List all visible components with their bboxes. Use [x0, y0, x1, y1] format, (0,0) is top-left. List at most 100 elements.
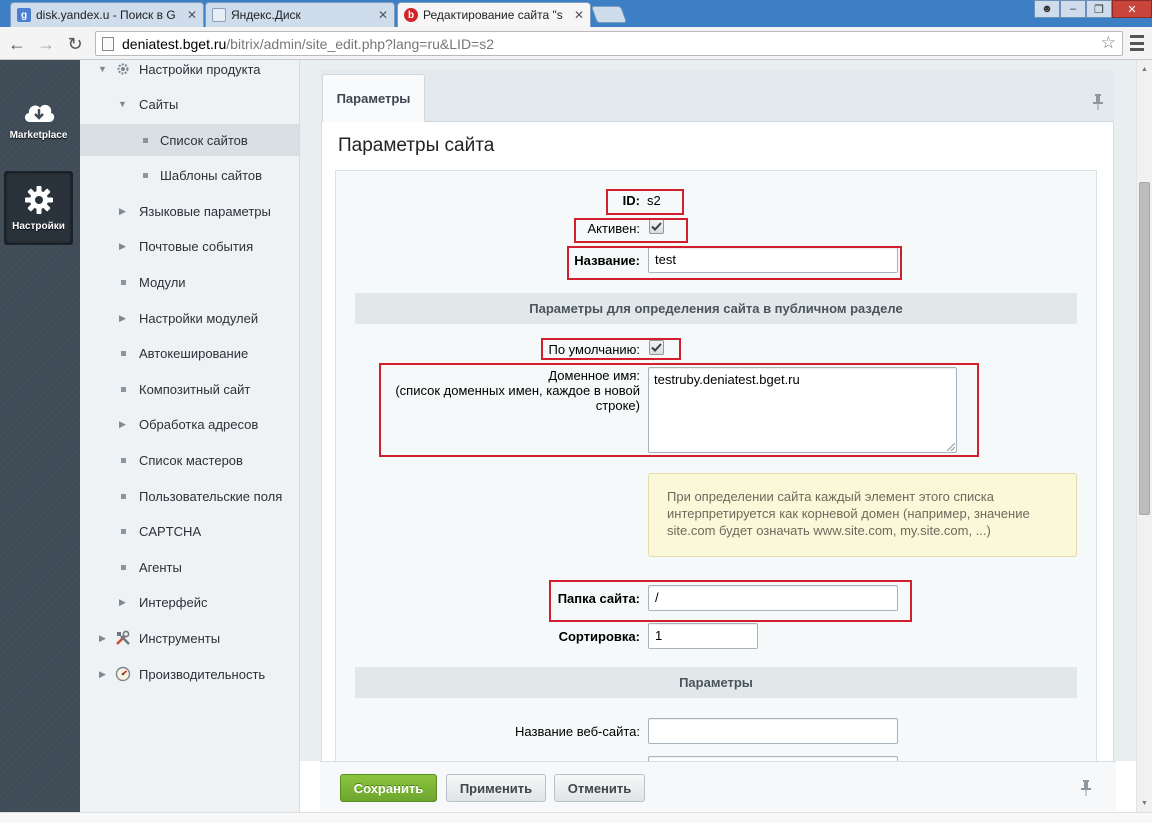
admin-menu-tree: ▼ Настройки продукта ▼ Сайты Список сайт…	[80, 60, 300, 823]
url-path: /bitrix/admin/site_edit.php?lang=ru&LID=…	[226, 35, 495, 52]
marketplace-label: Marketplace	[9, 129, 68, 141]
reload-icon[interactable]: ↻	[64, 33, 86, 55]
maximize-button[interactable]: ❐	[1086, 0, 1112, 18]
menu-item-url-processing[interactable]: ▶ Обработка адресов	[80, 408, 299, 440]
default-label: По умолчанию:	[548, 342, 640, 357]
user-icon[interactable]: ☻	[1034, 0, 1060, 18]
pin-icon[interactable]	[1080, 780, 1092, 796]
website-name-label: Название веб-сайта:	[515, 724, 640, 739]
main-content: Параметры Параметры сайта ID: s2 Активен…	[300, 60, 1136, 761]
menu-item-composite[interactable]: Композитный сайт	[80, 373, 299, 405]
bookmark-star-icon[interactable]: ☆	[1101, 33, 1116, 53]
menu-item-autocache[interactable]: Автокеширование	[80, 337, 299, 369]
sort-input[interactable]: 1	[648, 623, 758, 649]
menu-item-interface[interactable]: ▶ Интерфейс	[80, 586, 299, 618]
active-checkbox[interactable]	[649, 219, 664, 234]
tab-parameters[interactable]: Параметры	[322, 74, 425, 122]
chevron-right-icon: ▶	[119, 418, 126, 429]
menu-item-product-settings[interactable]: ▼ Настройки продукта	[80, 53, 299, 85]
page-icon	[212, 8, 226, 22]
bitrix-icon: b	[404, 8, 418, 22]
domain-hint-note: При определении сайта каждый элемент это…	[648, 473, 1077, 557]
close-icon[interactable]: ✕	[187, 8, 197, 22]
bullet-icon	[121, 564, 126, 570]
chevron-right-icon: ▶	[119, 312, 126, 323]
menu-item-user-fields[interactable]: Пользовательские поля	[80, 480, 299, 512]
close-icon[interactable]: ✕	[574, 8, 584, 22]
browser-menu-icon[interactable]	[1130, 35, 1144, 51]
cancel-button[interactable]: Отменить	[554, 774, 645, 802]
site-params-panel: Параметры сайта ID: s2 Активен: Название…	[321, 122, 1114, 761]
menu-item-language-params[interactable]: ▶ Языковые параметры	[80, 195, 299, 227]
sort-label: Сортировка:	[558, 629, 640, 644]
browser-tab-google[interactable]: g disk.yandex.u - Поиск в G ✕	[10, 2, 204, 27]
marketplace-button[interactable]: Marketplace	[4, 82, 73, 156]
admin-left-panel: Marketplace Настройки	[0, 60, 80, 823]
domain-textarea[interactable]: testruby.deniatest.bget.ru	[648, 367, 957, 453]
save-button[interactable]: Сохранить	[340, 774, 437, 802]
new-tab-button[interactable]	[590, 6, 628, 23]
form-action-bar: Сохранить Применить Отменить	[320, 761, 1116, 811]
menu-item-site-templates[interactable]: Шаблоны сайтов	[80, 159, 299, 191]
menu-item-site-list[interactable]: Список сайтов	[80, 124, 299, 156]
cloud-download-icon	[24, 104, 54, 122]
browser-tab-bar: g disk.yandex.u - Поиск в G ✕ Яндекс.Дис…	[0, 0, 1152, 27]
chevron-right-icon: ▶	[99, 632, 106, 643]
menu-item-captcha[interactable]: CAPTCHA	[80, 515, 299, 547]
page-scrollbar[interactable]: ▲ ▼	[1136, 60, 1152, 812]
id-label: ID:	[622, 193, 640, 208]
bullet-icon	[121, 350, 126, 356]
bullet-icon	[121, 493, 126, 499]
menu-item-agents[interactable]: Агенты	[80, 551, 299, 583]
browser-tab-site-edit[interactable]: b Редактирование сайта "s ✕	[397, 2, 591, 27]
resize-grip-icon[interactable]	[947, 443, 955, 451]
pin-icon[interactable]	[1092, 94, 1104, 110]
chevron-down-icon: ▼	[98, 64, 107, 74]
back-arrow-icon[interactable]: ←	[6, 33, 28, 55]
folder-label: Папка сайта:	[557, 591, 640, 606]
chevron-right-icon: ▶	[119, 240, 126, 251]
bullet-icon	[121, 279, 126, 285]
horizontal-scroll-area	[0, 812, 1152, 823]
chevron-right-icon: ▶	[119, 596, 126, 607]
speedometer-icon	[115, 666, 131, 682]
bullet-icon	[143, 137, 148, 143]
scroll-down-icon[interactable]: ▼	[1137, 796, 1152, 811]
menu-item-tools[interactable]: ▶ Инструменты	[80, 622, 299, 654]
browser-tab-yandex-disk[interactable]: Яндекс.Диск ✕	[205, 2, 395, 27]
menu-item-mail-events[interactable]: ▶ Почтовые события	[80, 230, 299, 262]
url-host: deniatest.bget.ru	[122, 35, 227, 52]
page-title: Параметры сайта	[338, 135, 495, 156]
chevron-right-icon: ▶	[119, 205, 126, 216]
default-checkbox[interactable]	[649, 340, 664, 355]
menu-item-performance[interactable]: ▶ Производительность	[80, 658, 299, 690]
folder-input[interactable]: /	[648, 585, 898, 611]
google-icon: g	[17, 8, 31, 22]
bullet-icon	[121, 528, 126, 534]
close-icon[interactable]: ✕	[378, 8, 388, 22]
menu-item-modules[interactable]: Модули	[80, 266, 299, 298]
menu-item-sites[interactable]: ▼ Сайты	[80, 88, 299, 120]
menu-item-wizards[interactable]: Список мастеров	[80, 444, 299, 476]
page-icon	[102, 36, 114, 51]
bullet-icon	[121, 386, 126, 392]
website-name-input[interactable]	[648, 718, 898, 744]
settings-button[interactable]: Настройки	[4, 171, 73, 245]
domain-label: Доменное имя: (список доменных имен, каж…	[395, 368, 640, 413]
form-tab-strip: Параметры	[321, 70, 1114, 122]
scroll-thumb[interactable]	[1139, 182, 1150, 515]
forward-arrow-icon[interactable]: →	[35, 33, 57, 55]
site-form: ID: s2 Активен: Название: test Параметры…	[335, 170, 1097, 761]
minimize-button[interactable]: –	[1060, 0, 1086, 18]
bullet-icon	[121, 457, 126, 463]
apply-button[interactable]: Применить	[446, 774, 546, 802]
checkmark-icon	[651, 222, 662, 231]
section-params-header: Параметры	[355, 667, 1077, 698]
checkmark-icon	[651, 343, 662, 352]
id-value: s2	[647, 193, 661, 208]
close-window-button[interactable]: ✕	[1112, 0, 1152, 18]
name-input[interactable]: test	[648, 247, 898, 273]
window-controls: ☻ – ❐ ✕	[1034, 0, 1152, 18]
scroll-up-icon[interactable]: ▲	[1137, 62, 1152, 77]
menu-item-module-settings[interactable]: ▶ Настройки модулей	[80, 302, 299, 334]
